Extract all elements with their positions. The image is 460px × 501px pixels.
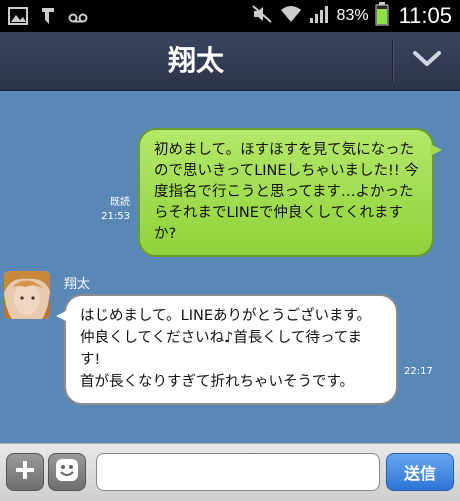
voicemail-icon — [68, 9, 88, 28]
incoming-message-text: はじめまして。LINEありがとうございます。 仲良くしてくださいね♪首長くして待… — [80, 308, 372, 390]
contact-name-title: 翔太 — [167, 44, 224, 77]
outgoing-message-text: 初めまして。ほすほすを見て気になったので思いきってLINEしちゃいました!! 今… — [154, 142, 419, 242]
incoming-message-bubble[interactable]: はじめまして。LINEありがとうございます。 仲良くしてくださいね♪首長くして待… — [56, 294, 398, 405]
chevron-down-icon — [412, 49, 442, 73]
battery-percent: 83% — [336, 7, 369, 24]
avatar[interactable] — [4, 271, 50, 319]
outgoing-meta: 既読 21:53 — [101, 196, 130, 224]
outgoing-time: 21:53 — [101, 211, 130, 222]
wifi-icon — [279, 4, 303, 28]
sender-name: 翔太 — [64, 277, 91, 292]
header-menu-button[interactable] — [394, 32, 460, 90]
message-input[interactable] — [96, 453, 380, 491]
plus-icon — [13, 458, 37, 486]
battery-icon — [375, 2, 389, 30]
signal-icon — [309, 4, 331, 28]
send-button[interactable]: 送信 — [386, 453, 454, 491]
incoming-time: 22:17 — [404, 366, 433, 377]
chat-area[interactable]: 既読 21:53 初めまして。ほすほすを見て気になったので思いきってLINEしち… — [0, 91, 460, 443]
read-label: 既読 — [110, 197, 130, 208]
add-attachment-button[interactable] — [6, 453, 44, 491]
chat-header: 翔太 — [0, 32, 460, 91]
input-bar: 送信 — [0, 443, 460, 501]
status-bar: 83% 11:05 — [0, 0, 460, 32]
sticker-button[interactable] — [48, 453, 86, 491]
download-icon — [38, 6, 58, 30]
smiley-icon — [54, 457, 80, 487]
silent-icon — [251, 4, 273, 28]
image-icon — [8, 7, 28, 29]
clock: 11:05 — [398, 3, 452, 28]
outgoing-message-bubble[interactable]: 初めまして。ほすほすを見て気になったので思いきってLINEしちゃいました!! 今… — [138, 128, 442, 257]
